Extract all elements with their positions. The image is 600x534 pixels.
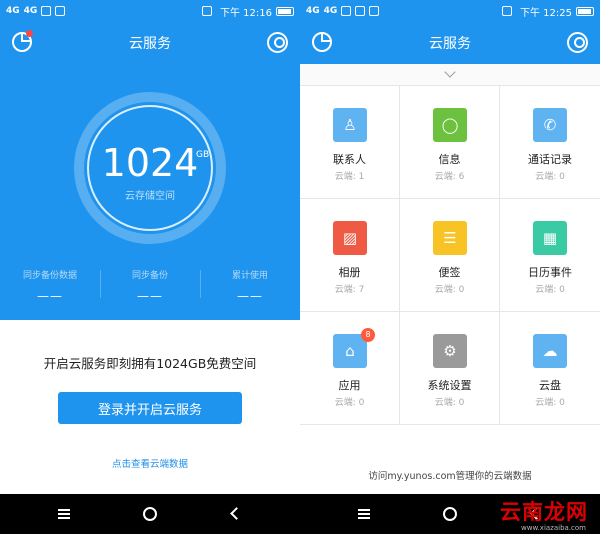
category-name: 信息 xyxy=(438,153,461,166)
status-time: 下午 12:16 xyxy=(220,7,272,19)
network-label: 4G xyxy=(23,6,38,16)
category-photo[interactable]: ▨ 相册云端: 7 xyxy=(300,199,400,312)
collapse-toggle[interactable] xyxy=(300,64,600,86)
status-time: 下午 12:25 xyxy=(520,7,572,19)
stats-row: 同步备份数据 —— 同步备份 —— 累计使用 —— xyxy=(0,268,300,303)
calendar-icon: ▦ xyxy=(533,221,567,255)
data-category-grid: ♙ 联系人 云端: 1 ◯ 信息 云端: 6 ✆ 通话记录 云端: 0 ▨ 相册 云端: 7 ☰ 便签 云端… xyxy=(300,86,600,426)
image-icon xyxy=(55,6,66,16)
stat-value: —— xyxy=(137,289,163,303)
stat-synced-data: 同步备份数据 —— xyxy=(0,268,100,303)
category-count: 云端: 7 xyxy=(334,285,365,295)
contacts-icon: ♙ xyxy=(333,108,367,142)
category-name: 便签 xyxy=(438,266,461,279)
category-settings[interactable]: ⚙ 系统设置云端: 0 xyxy=(400,312,500,425)
chevron-down-icon xyxy=(444,66,456,78)
category-name: 通话记录 xyxy=(528,153,572,166)
stat-synced: 同步备份 —— xyxy=(100,268,200,303)
home-icon[interactable] xyxy=(443,507,457,521)
promo-text: 开启云服务即刻拥有1024GB免费空间 xyxy=(43,356,257,371)
network-label: 4G xyxy=(323,6,338,16)
settings-icon: ⚙ xyxy=(433,334,467,368)
stat-usage: 累计使用 —— xyxy=(200,268,300,303)
wifi-icon xyxy=(341,6,352,16)
category-name: 系统设置 xyxy=(427,379,472,392)
battery-icon xyxy=(576,6,594,16)
category-count: 云端: 0 xyxy=(535,398,565,408)
back-icon[interactable] xyxy=(230,507,243,520)
right-screen: 4G 4G 下午 12:25 云服务 ♙ 联系人云端: 1 ◯ 信息云端: 6 ✆ 通话记… xyxy=(300,0,600,534)
category-count: 云端: 6 xyxy=(434,172,465,182)
home-icon[interactable] xyxy=(143,507,157,521)
view-cloud-data-link[interactable]: 点击查看云端数据 xyxy=(0,456,300,470)
vibrate-icon xyxy=(502,6,512,16)
status-bar: 4G 4G 下午 12:25 xyxy=(300,0,600,22)
wifi-icon xyxy=(41,6,52,16)
category-name: 应用 xyxy=(338,379,361,392)
category-cloud[interactable]: ☁ 云盘云端: 0 xyxy=(500,312,600,425)
page-title: 云服务 xyxy=(429,36,471,52)
stat-label: 同步备份 xyxy=(131,271,168,281)
category-name: 云盘 xyxy=(539,379,561,392)
category-phone[interactable]: ✆ 通话记录云端: 0 xyxy=(500,86,600,199)
notes-icon: ☰ xyxy=(433,221,467,255)
user-icon[interactable] xyxy=(267,32,288,53)
image-icon xyxy=(355,6,366,16)
manage-data-text[interactable]: 访问my.yunos.com管理你的云端数据 xyxy=(300,468,600,482)
storage-unit: GB xyxy=(196,150,210,160)
app-bar: 云服务 xyxy=(0,22,300,64)
signal-label: 4G xyxy=(306,6,320,16)
category-contacts[interactable]: ♙ 联系人云端: 1 xyxy=(300,86,400,199)
category-count: 云端: 1 xyxy=(334,172,365,182)
category-count: 云端: 0 xyxy=(434,398,465,408)
status-bar: 4G 4G 下午 12:16 xyxy=(0,0,300,22)
category-message[interactable]: ◯ 信息云端: 6 xyxy=(400,86,500,199)
category-count: 云端: 0 xyxy=(535,172,565,182)
storage-label: 云存储空间 xyxy=(125,191,175,202)
battery-icon xyxy=(276,6,294,16)
category-notes[interactable]: ☰ 便签云端: 0 xyxy=(400,199,500,312)
stat-value: —— xyxy=(237,289,263,303)
category-count: 云端: 0 xyxy=(334,398,365,408)
category-app[interactable]: ⌂ 8 应用 云端: 0 xyxy=(300,312,400,425)
menu-icon[interactable] xyxy=(358,509,370,519)
storage-value: 1024 xyxy=(101,141,199,185)
category-name: 联系人 xyxy=(333,153,366,166)
page-title: 云服务 xyxy=(129,36,171,52)
category-count: 云端: 0 xyxy=(434,285,465,295)
category-name: 相册 xyxy=(338,266,361,279)
left-screen: 4G 4G 下午 12:16 云服务 1024 GB 云存储空间 同步备份数据 … xyxy=(0,0,300,534)
login-button[interactable]: 登录并开启云服务 xyxy=(58,392,242,424)
category-name: 日历事件 xyxy=(528,266,572,279)
phone-icon: ✆ xyxy=(533,108,567,142)
cloud-status-icon xyxy=(369,6,380,16)
message-icon: ◯ xyxy=(433,108,467,142)
stat-label: 同步备份数据 xyxy=(22,271,77,281)
vibrate-icon xyxy=(202,6,212,16)
cloud-icon: ☁ xyxy=(533,334,567,368)
menu-icon[interactable] xyxy=(58,509,70,519)
signal-label: 4G xyxy=(6,6,20,16)
watermark-url: www.xiazaiba.com xyxy=(521,524,586,532)
category-count: 云端: 0 xyxy=(535,285,565,295)
category-calendar[interactable]: ▦ 日历事件云端: 0 xyxy=(500,199,600,312)
notification-badge: 8 xyxy=(361,328,375,342)
watermark-logo: 云南龙网 xyxy=(500,500,588,524)
chart-icon[interactable] xyxy=(312,32,332,52)
notification-dot-icon xyxy=(26,30,33,37)
stat-value: —— xyxy=(37,289,63,303)
nav-bar xyxy=(0,494,300,534)
stat-label: 累计使用 xyxy=(231,271,268,281)
photo-icon: ▨ xyxy=(333,221,367,255)
user-icon[interactable] xyxy=(567,32,588,53)
app-bar: 云服务 xyxy=(300,22,600,64)
